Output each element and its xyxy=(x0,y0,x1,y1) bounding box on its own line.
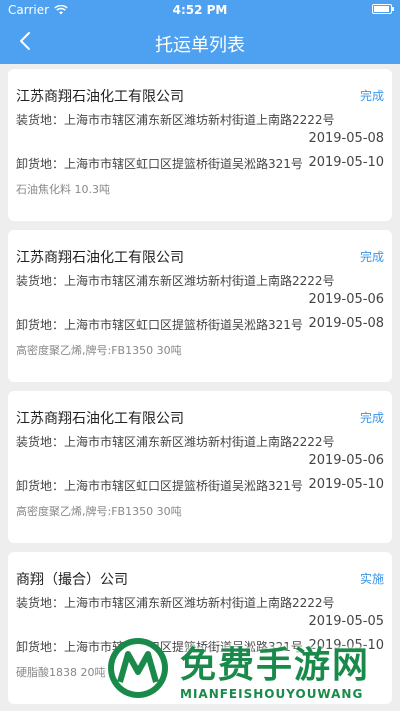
load-address: 装货地：上海市市辖区浦东新区潍坊新村街道上南路2222号 xyxy=(16,435,335,449)
unload-address: 卸货地：上海市市辖区虹口区提篮桥街道吴淞路321号 xyxy=(16,479,303,493)
load-date: 2019-05-08 xyxy=(308,131,384,146)
company-name: 商翔（撮合）公司 xyxy=(16,572,128,588)
unload-date: 2019-05-10 xyxy=(308,477,384,492)
order-card[interactable]: 江苏商翔石油化工有限公司 完成 装货地：上海市市辖区浦东新区潍坊新村街道上南路2… xyxy=(8,230,392,382)
goods-info: 硬脂酸1838 20吨 xyxy=(16,666,106,679)
load-address: 装货地：上海市市辖区浦东新区潍坊新村街道上南路2222号 xyxy=(16,274,335,288)
order-card[interactable]: 江苏商翔石油化工有限公司 完成 装货地：上海市市辖区浦东新区潍坊新村街道上南路2… xyxy=(8,69,392,221)
unload-address: 卸货地：上海市市辖区虹口区提篮桥街道吴淞路321号 xyxy=(16,318,303,332)
status-badge: 完成 xyxy=(359,411,384,425)
status-badge: 完成 xyxy=(359,250,384,264)
company-name: 江苏商翔石油化工有限公司 xyxy=(16,411,184,427)
load-address: 装货地：上海市市辖区浦东新区潍坊新村街道上南路2222号 xyxy=(16,113,335,127)
unload-address: 卸货地：上海市市辖区虹口区提篮桥街道吴淞路321号 xyxy=(16,157,303,171)
goods-info: 高密度聚乙烯,牌号:FB1350 30吨 xyxy=(16,505,182,518)
order-card[interactable]: 江苏商翔石油化工有限公司 完成 装货地：上海市市辖区浦东新区潍坊新村街道上南路2… xyxy=(8,391,392,543)
page-title: 托运单列表 xyxy=(155,35,245,56)
watermark-logo-icon xyxy=(108,638,168,698)
watermark: 免费手游网 MIANFEISHOUYOUWANG xyxy=(100,630,400,711)
navigation-bar: 托运单列表 xyxy=(0,20,400,64)
clock: 4:52 PM xyxy=(172,3,228,17)
battery-icon xyxy=(372,4,394,14)
goods-info: 高密度聚乙烯,牌号:FB1350 30吨 xyxy=(16,344,182,357)
load-address: 装货地：上海市市辖区浦东新区潍坊新村街道上南路2222号 xyxy=(16,596,335,610)
watermark-subtitle: MIANFEISHOUYOUWANG xyxy=(180,687,364,701)
status-badge: 完成 xyxy=(359,89,384,103)
load-date: 2019-05-05 xyxy=(308,614,384,629)
status-bar: Carrier 4:52 PM xyxy=(0,0,400,20)
status-badge: 实施 xyxy=(359,572,384,586)
unload-date: 2019-05-10 xyxy=(308,155,384,170)
load-date: 2019-05-06 xyxy=(308,292,384,307)
goods-info: 石油焦化料 10.3吨 xyxy=(16,183,110,196)
company-name: 江苏商翔石油化工有限公司 xyxy=(16,250,184,266)
watermark-title: 免费手游网 xyxy=(180,645,371,686)
company-name: 江苏商翔石油化工有限公司 xyxy=(16,89,184,105)
load-date: 2019-05-06 xyxy=(308,453,384,468)
unload-date: 2019-05-08 xyxy=(308,316,384,331)
